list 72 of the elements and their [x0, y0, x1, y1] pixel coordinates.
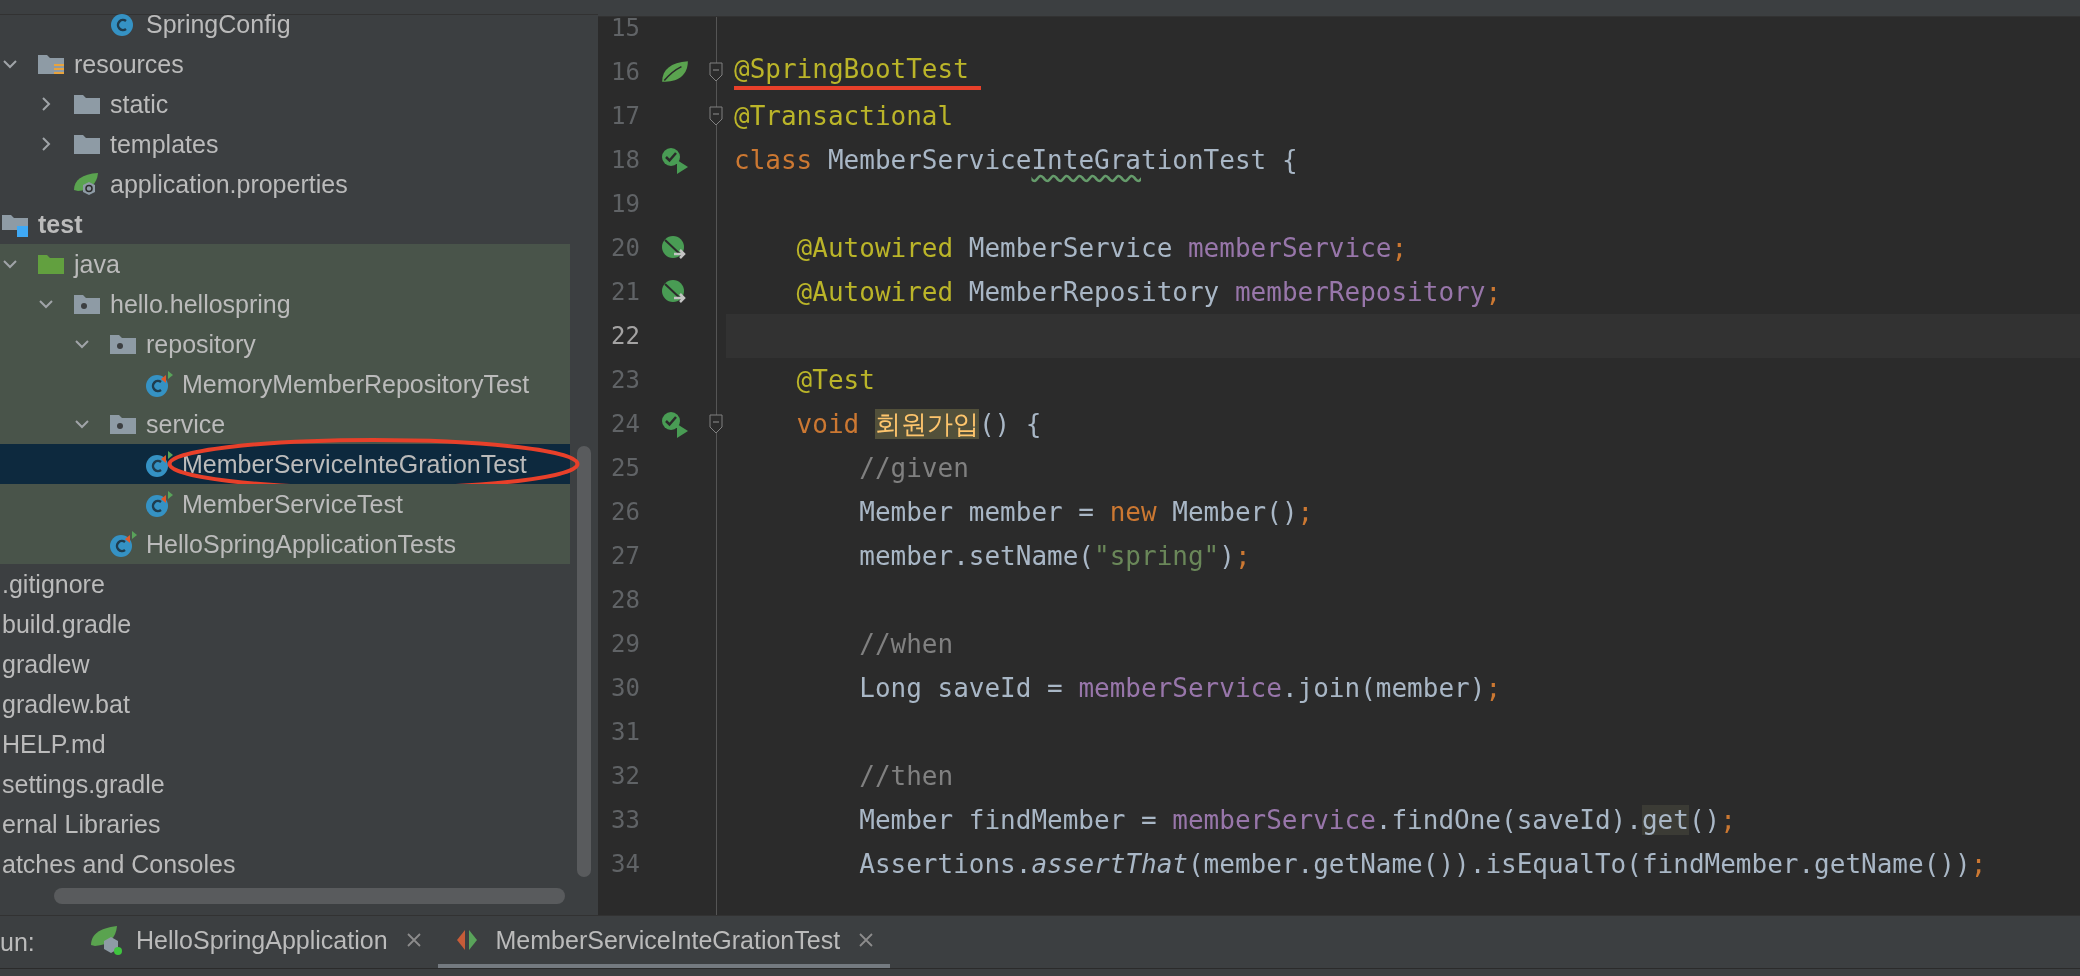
line-number: 28	[610, 586, 640, 614]
tree-item[interactable]: gradlew	[0, 644, 570, 684]
tree-item[interactable]: service	[0, 404, 570, 444]
line-number: 17	[610, 102, 640, 130]
run-label: un:	[0, 926, 36, 958]
code-line: @Transactional	[734, 101, 954, 131]
code-line: member.setName("spring");	[858, 541, 1251, 571]
scrollbar-thumb[interactable]	[54, 888, 565, 904]
code-line: Member findMember = memberService.findOne(saveId).get();	[858, 805, 1736, 835]
line-number: 18	[610, 146, 640, 174]
scrollbar-thumb[interactable]	[577, 446, 591, 877]
tree-item[interactable]: java	[0, 244, 570, 284]
code-line: Member member = new Member();	[858, 497, 1314, 527]
run-test-icon[interactable]	[660, 410, 690, 438]
line-number: 16	[610, 58, 640, 86]
code-line: @SpringBootTest	[734, 54, 981, 90]
code-line: @Autowired MemberRepository memberRepository;	[795, 277, 1502, 307]
fold-marker-icon[interactable]	[709, 62, 723, 82]
line-number: 34	[610, 850, 640, 878]
line-number: 29	[610, 630, 640, 658]
line-number: 27	[610, 542, 640, 570]
code-line: class MemberServiceInteGrationTest {	[734, 145, 1298, 175]
tree-item[interactable]: templates	[0, 124, 570, 164]
fold-marker-icon[interactable]	[709, 414, 723, 434]
code-line: @Autowired MemberService memberService;	[795, 233, 1408, 263]
code-line: Assertions.assertThat(member.getName()).isEqualTo(findMember.getName());	[858, 849, 1987, 879]
code-line: void 회원가입() {	[795, 407, 1042, 441]
line-number: 21	[610, 278, 640, 306]
code-line: //then	[858, 761, 954, 791]
line-number: 19	[610, 190, 640, 218]
tree-item[interactable]: settings.gradle	[0, 764, 570, 804]
close-icon[interactable]	[858, 932, 875, 948]
code-line: //given	[858, 453, 969, 483]
tree-item[interactable]: .gitignore	[0, 564, 570, 604]
tree-item[interactable]: static	[0, 84, 570, 124]
tree-item[interactable]: HELP.md	[0, 724, 570, 764]
line-number: 26	[610, 498, 640, 526]
line-number: 33	[610, 806, 640, 834]
tree-item[interactable]: gradlew.bat	[0, 684, 570, 724]
tree-item[interactable]: build.gradle	[0, 604, 570, 644]
tree-item[interactable]: ernal Libraries	[0, 804, 570, 844]
code-line: @Test	[795, 365, 875, 395]
tree-item[interactable]: MemberServiceInteGrationTest	[0, 444, 570, 484]
tree-item[interactable]: atches and Consoles	[0, 844, 570, 884]
run-test-icon[interactable]	[660, 146, 690, 174]
line-number: 31	[610, 718, 640, 746]
test-class-icon	[144, 450, 174, 478]
code-line: Long saveId = memberService.join(member);	[858, 673, 1502, 703]
line-number: 32	[610, 762, 640, 790]
tree-item[interactable]: hello.hellospring	[0, 284, 570, 324]
fold-marker-icon[interactable]	[709, 106, 723, 126]
tree-item[interactable]: application.properties	[0, 164, 570, 204]
tree-item[interactable]: MemberServiceTest	[0, 484, 570, 524]
run-tab[interactable]: HelloSpringApplication	[78, 916, 438, 969]
test-class-icon	[144, 490, 174, 518]
tree-item[interactable]: SpringConfig	[0, 4, 570, 44]
tree-item[interactable]: repository	[0, 324, 570, 364]
test-class-icon	[108, 530, 138, 558]
line-number: 23	[610, 366, 640, 394]
line-number: 24	[610, 410, 640, 438]
line-number: 30	[610, 674, 640, 702]
tree-item[interactable]: HelloSpringApplicationTests	[0, 524, 570, 564]
tree-item[interactable]: test	[0, 204, 570, 244]
tree-item[interactable]: MemoryMemberRepositoryTest	[0, 364, 570, 404]
line-number: 20	[610, 234, 640, 262]
close-icon[interactable]	[405, 932, 422, 948]
tree-item[interactable]: resources	[0, 44, 570, 84]
code-line: //when	[858, 629, 954, 659]
line-number: 22	[610, 322, 640, 350]
line-number: 15	[610, 17, 640, 42]
line-number: 25	[610, 454, 640, 482]
test-class-icon	[144, 370, 174, 398]
